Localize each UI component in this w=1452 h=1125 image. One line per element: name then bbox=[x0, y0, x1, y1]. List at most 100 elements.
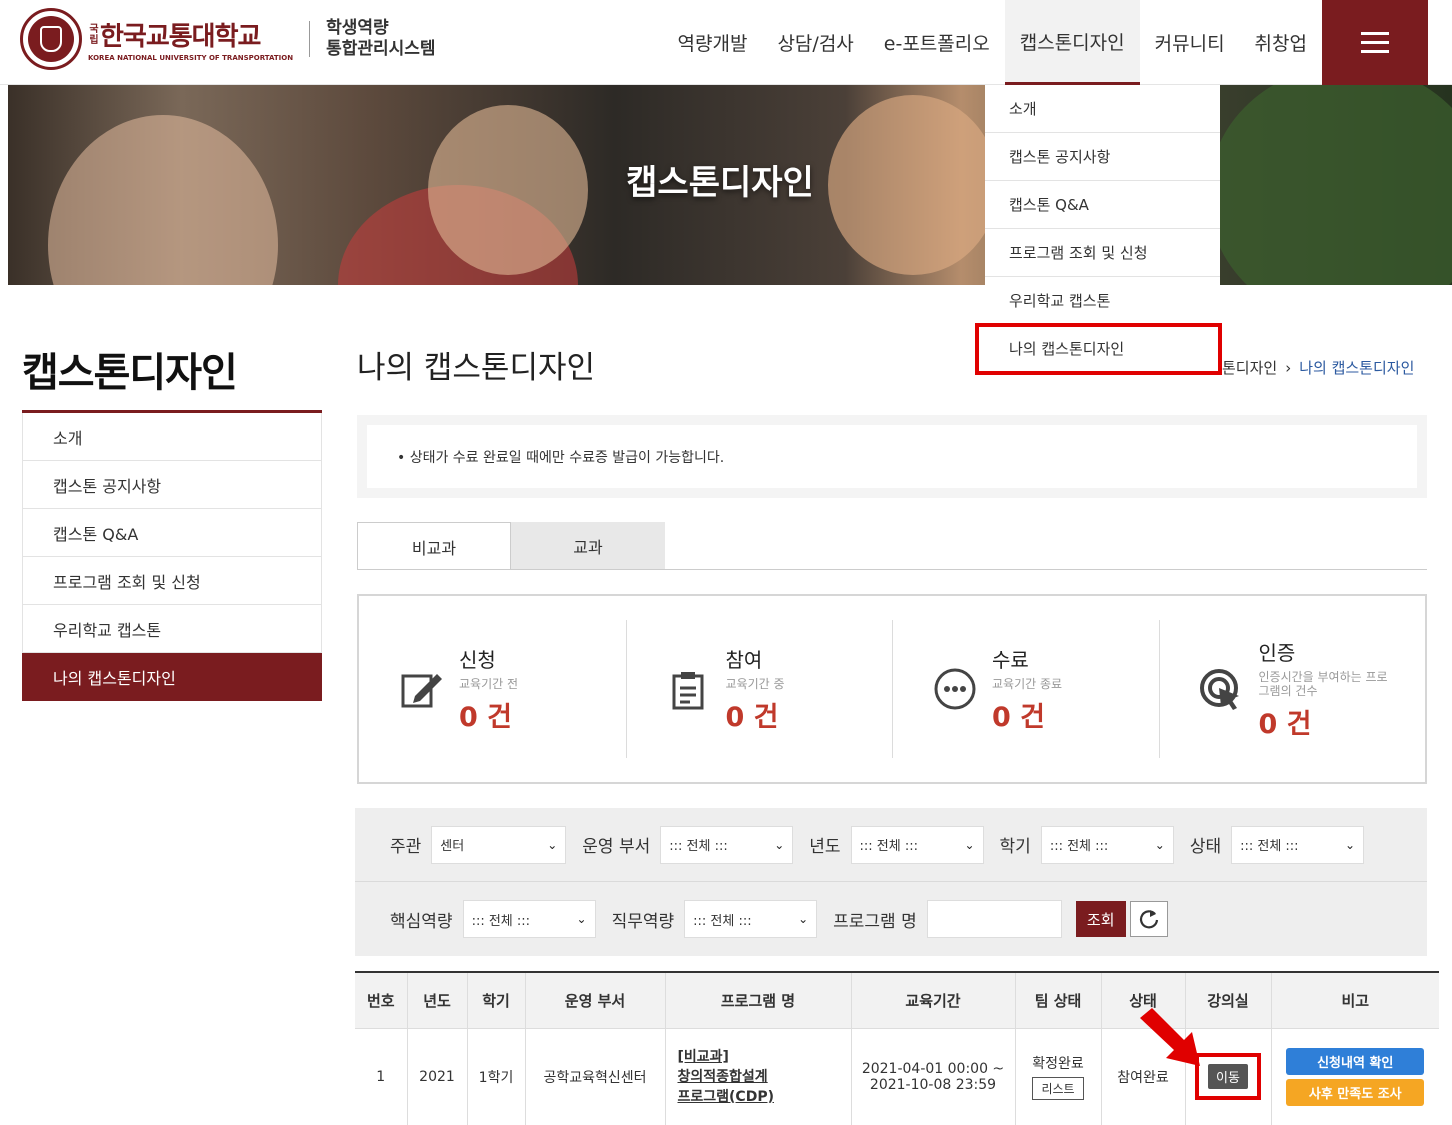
stat-certify-sub: 인증시간을 부여하는 프로그램의 건수 bbox=[1258, 670, 1388, 698]
semester-select[interactable]: ::: 전체 ::: ⌄ bbox=[1040, 825, 1174, 864]
stat-apply-count: 0 건 bbox=[459, 702, 513, 733]
university-seal-icon bbox=[20, 8, 82, 70]
chevron-down-icon: ⌄ bbox=[774, 837, 785, 852]
hero-banner: 캡스톤디자인 bbox=[8, 85, 1452, 285]
tab-extracurricular[interactable]: 비교과 bbox=[357, 522, 511, 570]
tab-list: 비교과 교과 bbox=[357, 522, 665, 570]
nav-capstone[interactable]: 캡스톤디자인 bbox=[1004, 0, 1140, 85]
sidebar-item-our-capstone[interactable]: 우리학교 캡스톤 bbox=[22, 605, 322, 653]
stat-apply-sub: 교육기간 전 bbox=[459, 677, 519, 691]
chevron-down-icon: ⌄ bbox=[576, 912, 587, 926]
breadcrumb: 톤디자인 › 나의 캡스톤디자인 bbox=[1222, 357, 1414, 378]
stat-complete-count: 0 건 bbox=[992, 702, 1046, 733]
core-select[interactable]: ::: 전체 ::: ⌄ bbox=[462, 900, 596, 938]
hamburger-menu-icon[interactable] bbox=[1322, 0, 1428, 85]
core-label: 핵심역량 bbox=[390, 911, 453, 932]
system-name: 학생역량 통합관리시스템 bbox=[326, 18, 436, 59]
dropdown-item-my-capstone[interactable]: 나의 캡스톤디자인 bbox=[975, 323, 1222, 375]
edit-icon bbox=[397, 664, 447, 714]
header-period: 교육기간 bbox=[851, 972, 1016, 1029]
header-semester: 학기 bbox=[467, 972, 526, 1029]
sidebar-item-program[interactable]: 프로그램 조회 및 신청 bbox=[22, 557, 322, 605]
cell-no: 1 bbox=[355, 1028, 408, 1125]
stat-complete: 수료 교육기간 종료 0 건 bbox=[892, 596, 1159, 782]
header-note: 비고 bbox=[1271, 972, 1439, 1029]
nav-counseling[interactable]: 상담/검사 bbox=[762, 0, 868, 85]
search-button[interactable]: 조회 bbox=[1075, 901, 1126, 937]
stat-participate-label: 참여 bbox=[725, 648, 763, 672]
chevron-down-icon: ⌄ bbox=[964, 837, 975, 852]
program-name-link[interactable]: [비교과] 창의적종합설계 프로그램(CDP) bbox=[665, 1028, 852, 1125]
stats-panel: 신청 교육기간 전 0 건 참여 교육기간 중 0 건 수료 교육기간 종료 0… bbox=[357, 594, 1427, 784]
nav-competency[interactable]: 역량개발 bbox=[663, 0, 763, 85]
sidebar-item-intro[interactable]: 소개 bbox=[22, 413, 322, 461]
table-row: 1 2021 1학기 공학교육혁신센터 [비교과] 창의적종합설계 프로그램(C… bbox=[355, 1028, 1439, 1125]
cell-period: 2021-04-01 00:00 ~ 2021-10-08 23:59 bbox=[851, 1028, 1016, 1125]
dropdown-item-our-capstone[interactable]: 우리학교 캡스톤 bbox=[985, 277, 1220, 325]
header-team-status: 팀 상태 bbox=[1015, 972, 1102, 1029]
notice-text: • 상태가 수료 완료일 때에만 수료증 발급이 가능합니다. bbox=[367, 425, 1417, 488]
dropdown-item-intro[interactable]: 소개 bbox=[985, 85, 1220, 133]
cell-year: 2021 bbox=[407, 1028, 468, 1125]
notice-box: • 상태가 수료 완료일 때에만 수료증 발급이 가능합니다. bbox=[357, 415, 1427, 498]
site-header: 국립 한국교통대학교 KOREA NATIONAL UNIVERSITY OF … bbox=[0, 0, 1452, 85]
host-select[interactable]: 센터 ⌄ bbox=[431, 825, 567, 864]
classroom-move-button[interactable]: 이동 bbox=[1208, 1064, 1248, 1090]
job-select[interactable]: ::: 전체 ::: ⌄ bbox=[684, 900, 818, 938]
status-label: 상태 bbox=[1189, 837, 1222, 857]
sidebar-item-notice[interactable]: 캡스톤 공지사항 bbox=[22, 461, 322, 509]
sidebar-title: 캡스톤디자인 bbox=[22, 350, 238, 396]
university-logo[interactable]: 국립 한국교통대학교 KOREA NATIONAL UNIVERSITY OF … bbox=[20, 8, 436, 70]
table-header-row: 번호 년도 학기 운영 부서 프로그램 명 교육기간 팀 상태 상태 강의실 비… bbox=[355, 972, 1439, 1029]
chevron-right-icon: › bbox=[1285, 358, 1292, 377]
tab-divider bbox=[357, 569, 1427, 570]
stat-certify-label: 인증 bbox=[1258, 641, 1296, 665]
cell-dept: 공학교육혁신센터 bbox=[525, 1028, 666, 1125]
dropdown-item-program[interactable]: 프로그램 조회 및 신청 bbox=[985, 229, 1220, 277]
nav-eportfolio[interactable]: e-포트폴리오 bbox=[869, 0, 1005, 85]
dropdown-item-notice[interactable]: 캡스톤 공지사항 bbox=[985, 133, 1220, 181]
annotation-arrow-icon bbox=[1140, 1008, 1200, 1066]
sidebar-item-qna[interactable]: 캡스톤 Q&A bbox=[22, 509, 322, 557]
stat-participate-sub: 교육기간 중 bbox=[725, 677, 785, 691]
dept-label: 운영 부서 bbox=[582, 837, 651, 857]
team-list-button[interactable]: 리스트 bbox=[1032, 1077, 1084, 1101]
breadcrumb-current: 나의 캡스톤디자인 bbox=[1299, 359, 1415, 377]
header-program: 프로그램 명 bbox=[665, 972, 852, 1029]
dept-select[interactable]: ::: 전체 ::: ⌄ bbox=[660, 825, 794, 864]
stat-participate: 참여 교육기간 중 0 건 bbox=[625, 596, 893, 782]
program-name-input[interactable] bbox=[926, 900, 1062, 938]
tab-curricular[interactable]: 교과 bbox=[511, 522, 665, 570]
satisfaction-survey-button[interactable]: 사후 만족도 조사 bbox=[1286, 1078, 1425, 1106]
year-label: 년도 bbox=[809, 837, 841, 857]
application-history-button[interactable]: 신청내역 확인 bbox=[1286, 1047, 1425, 1075]
program-label: 프로그램 명 bbox=[833, 911, 917, 932]
capstone-dropdown-menu: 소개 캡스톤 공지사항 캡스톤 Q&A 프로그램 조회 및 신청 우리학교 캡스… bbox=[975, 85, 1222, 375]
cell-note: 신청내역 확인 사후 만족도 조사 bbox=[1271, 1028, 1439, 1125]
chevron-down-icon: ⌄ bbox=[547, 837, 558, 852]
year-select[interactable]: ::: 전체 ::: ⌄ bbox=[850, 825, 984, 864]
job-label: 직무역량 bbox=[611, 911, 675, 932]
univ-prefix: 국립 bbox=[89, 23, 99, 46]
breadcrumb-parent[interactable]: 톤디자인 bbox=[1222, 357, 1277, 378]
hero-title: 캡스톤디자인 bbox=[626, 163, 814, 203]
sidebar-item-my-capstone[interactable]: 나의 캡스톤디자인 bbox=[22, 653, 322, 701]
stat-certify-count: 0 건 bbox=[1258, 709, 1312, 740]
stat-complete-label: 수료 bbox=[992, 648, 1029, 672]
program-table: 번호 년도 학기 운영 부서 프로그램 명 교육기간 팀 상태 상태 강의실 비… bbox=[355, 971, 1439, 1125]
cursor-click-icon bbox=[1197, 664, 1247, 714]
chevron-down-icon: ⌄ bbox=[1154, 837, 1165, 852]
host-label: 주관 bbox=[390, 837, 422, 857]
nav-community[interactable]: 커뮤니티 bbox=[1140, 0, 1240, 85]
page-title: 나의 캡스톤디자인 bbox=[357, 350, 596, 386]
logo-divider bbox=[309, 21, 311, 57]
stat-apply-label: 신청 bbox=[459, 648, 496, 672]
dropdown-item-qna[interactable]: 캡스톤 Q&A bbox=[985, 181, 1220, 229]
refresh-icon[interactable] bbox=[1129, 901, 1168, 937]
status-select[interactable]: ::: 전체 ::: ⌄ bbox=[1231, 825, 1365, 864]
stat-participate-count: 0 건 bbox=[725, 702, 779, 733]
more-circle-icon bbox=[930, 664, 980, 714]
nav-career[interactable]: 취창업 bbox=[1240, 0, 1322, 85]
header-year: 년도 bbox=[407, 972, 468, 1029]
university-name: 한국교통대학교 bbox=[100, 22, 261, 52]
